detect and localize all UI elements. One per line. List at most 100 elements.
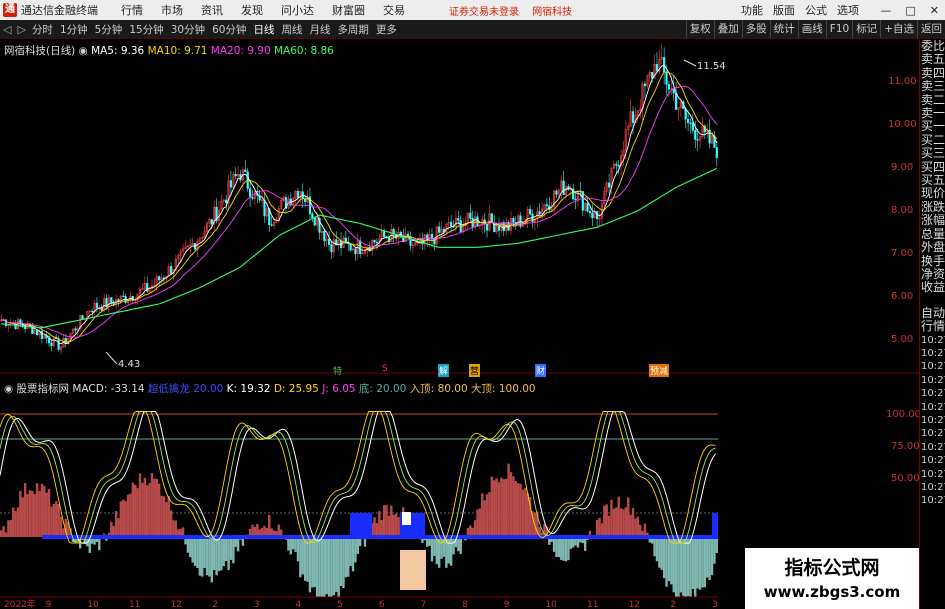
adjust-button[interactable]: 复权 <box>685 20 714 38</box>
overlay-button[interactable]: 叠加 <box>713 20 742 38</box>
period-60min[interactable]: 60分钟 <box>212 22 246 37</box>
side-item[interactable]: 换手 <box>920 255 945 268</box>
f10-button[interactable]: F10 <box>825 20 852 38</box>
period-1min[interactable]: 1分钟 <box>60 22 88 37</box>
side-item[interactable]: 10:27 <box>920 427 945 440</box>
macd-bar <box>38 490 41 537</box>
side-item[interactable]: 10:27 <box>920 481 945 494</box>
macd-bar <box>16 507 20 537</box>
event-tag[interactable]: 营 <box>469 364 481 377</box>
side-item[interactable]: 总量 <box>920 228 945 241</box>
side-item[interactable]: 10:27 <box>920 414 945 427</box>
event-tag[interactable]: 解 <box>438 364 450 377</box>
period-multi[interactable]: 多周期 <box>337 22 369 37</box>
candle-body <box>667 84 671 90</box>
side-item[interactable]: 买三 <box>920 147 945 160</box>
menu-options[interactable]: 选项 <box>837 2 859 18</box>
period-30min[interactable]: 30分钟 <box>171 22 205 37</box>
side-item[interactable]: 10:27 <box>920 334 945 347</box>
menu-ask[interactable]: 问小达 <box>281 2 314 18</box>
mark-button[interactable]: 标记 <box>852 20 880 38</box>
candle-body <box>588 210 592 214</box>
menu-trade[interactable]: 交易 <box>383 2 405 18</box>
macd-bar <box>349 537 352 567</box>
watermark-title: 指标公式网 <box>784 557 880 579</box>
macd-bar <box>229 537 233 560</box>
candle-body <box>344 237 347 243</box>
side-item[interactable]: 10:27 <box>920 494 945 507</box>
macd-bar <box>485 494 489 537</box>
macd-bar <box>490 476 494 537</box>
side-item[interactable]: 10:27 <box>920 387 945 400</box>
maximize-icon[interactable]: □ <box>905 4 915 17</box>
period-15min[interactable]: 15分钟 <box>129 22 163 37</box>
close-icon[interactable]: ✕ <box>930 4 939 17</box>
side-item[interactable]: 卖二 <box>920 94 945 107</box>
period-5min[interactable]: 5分钟 <box>95 22 123 37</box>
side-item[interactable]: 10:27 <box>920 374 945 387</box>
side-item[interactable]: 10:27 <box>920 454 945 467</box>
side-item[interactable]: 卖四 <box>920 67 945 80</box>
side-item[interactable]: 委比 <box>920 40 945 53</box>
stats-button[interactable]: 统计 <box>769 20 798 38</box>
macd-bar <box>299 537 302 578</box>
period-monthly[interactable]: 月线 <box>309 22 330 37</box>
side-item[interactable]: 卖五 <box>920 53 945 66</box>
period-weekly[interactable]: 周线 <box>281 22 302 37</box>
multi-stock-button[interactable]: 多股 <box>741 20 770 38</box>
side-item[interactable]: 买二 <box>920 134 945 147</box>
side-item[interactable]: 卖一 <box>920 107 945 120</box>
macd-bar <box>40 483 44 537</box>
back-icon[interactable]: ◁ <box>3 23 11 36</box>
side-item[interactable]: 10:27 <box>920 468 945 481</box>
macd-bar <box>552 537 556 552</box>
period-daily[interactable]: 日线 <box>253 22 274 37</box>
forward-icon[interactable]: ▷ <box>17 23 25 36</box>
period-timeshare[interactable]: 分时 <box>32 22 53 37</box>
menu-wealth[interactable]: 财富圈 <box>332 2 365 18</box>
menu-discover[interactable]: 发现 <box>241 2 263 18</box>
side-item[interactable]: 收益 <box>920 281 945 294</box>
menu-formula[interactable]: 公式 <box>805 2 827 18</box>
side-item[interactable]: 外盘 <box>920 241 945 254</box>
menu-market[interactable]: 市场 <box>161 2 183 18</box>
side-item[interactable]: 买五 <box>920 174 945 187</box>
macd-bar <box>19 491 22 537</box>
menu-function[interactable]: 功能 <box>741 2 763 18</box>
event-tag[interactable]: 预减 <box>649 364 670 377</box>
side-item[interactable]: 自动 <box>920 307 945 320</box>
side-item[interactable]: 买一 <box>920 120 945 133</box>
minimize-icon[interactable]: — <box>880 4 891 17</box>
side-item[interactable]: 涨跌 <box>920 201 945 214</box>
event-tag[interactable]: 财 <box>535 364 547 377</box>
event-tag[interactable]: 特 <box>333 364 342 377</box>
macd-bar <box>55 501 58 537</box>
macd-bar <box>667 537 671 582</box>
period-toolbar: ◁ ▷ 分时 1分钟 5分钟 15分钟 30分钟 60分钟 日线 周线 月线 多… <box>0 20 945 39</box>
side-item[interactable]: 卖三 <box>920 80 945 93</box>
draw-line-button[interactable]: 画线 <box>797 20 826 38</box>
side-item[interactable]: 买四 <box>920 161 945 174</box>
side-item[interactable]: 10:27 <box>920 360 945 373</box>
x-axis-label: 7 <box>420 600 426 609</box>
side-item[interactable]: 10:27 <box>920 441 945 454</box>
side-item[interactable]: 10:27 <box>920 401 945 414</box>
menu-news[interactable]: 资讯 <box>201 2 223 18</box>
chart-area[interactable]: 2022年 9 10 11 12 2 3 4 5 6 7 8 9 10 11 12 2 3 11.54 4.43 <box>0 40 919 609</box>
side-item[interactable]: 涨幅 <box>920 214 945 227</box>
login-status[interactable]: 证券交易未登录 <box>449 7 519 18</box>
macd-bar <box>662 537 666 579</box>
side-item[interactable]: 现价 <box>920 187 945 200</box>
menu-quotes[interactable]: 行情 <box>121 2 143 18</box>
period-more[interactable]: 更多 <box>376 22 397 37</box>
candle-body <box>327 238 331 245</box>
indicator-title[interactable]: 股票指标网 <box>17 383 70 395</box>
event-tag[interactable]: S <box>382 364 388 374</box>
menu-layout[interactable]: 版面 <box>773 2 795 18</box>
side-item[interactable]: 行情 <box>920 320 945 333</box>
side-item[interactable] <box>920 295 945 307</box>
side-item[interactable]: 10:27 <box>920 347 945 360</box>
return-button[interactable]: 返回 <box>917 20 945 38</box>
add-watchlist-button[interactable]: +自选 <box>880 20 917 38</box>
side-item[interactable]: 净资 <box>920 268 945 281</box>
